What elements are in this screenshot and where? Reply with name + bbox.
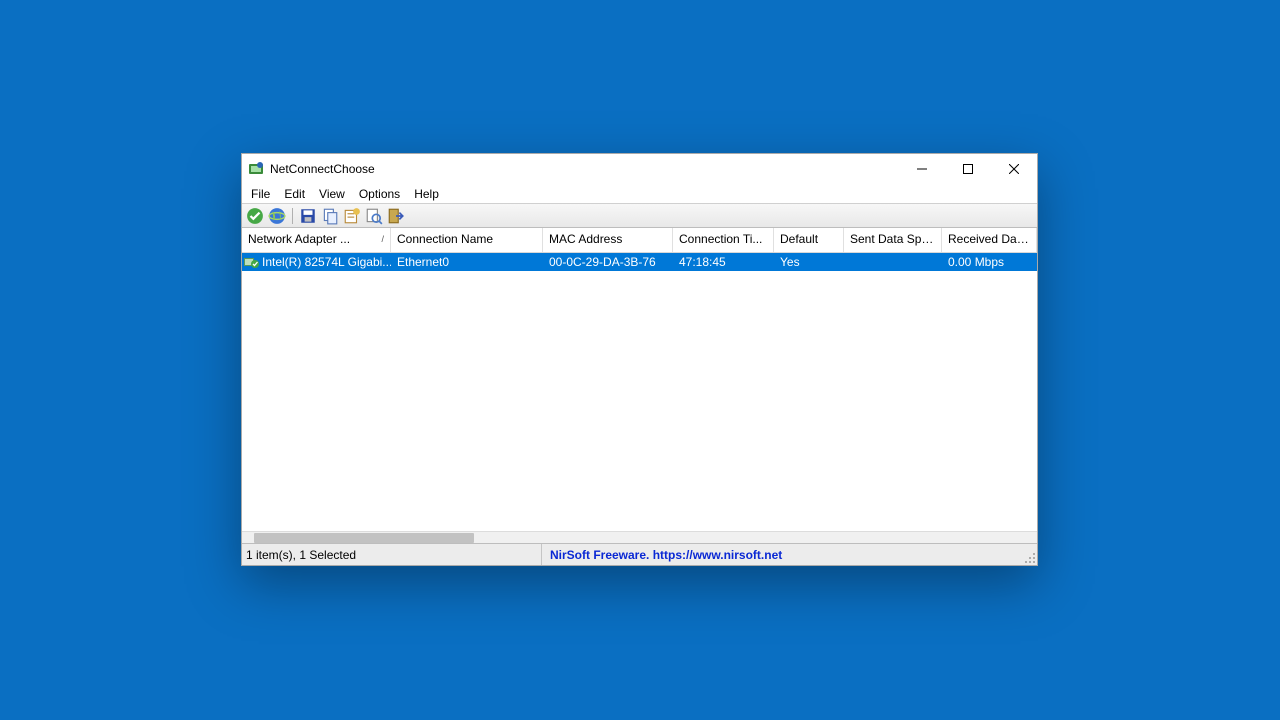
resize-grip-icon[interactable]	[1024, 552, 1036, 564]
minimize-button[interactable]	[899, 154, 945, 184]
cell-connection: Ethernet0	[391, 255, 543, 269]
menu-view[interactable]: View	[312, 185, 352, 203]
sort-indicator-icon: /	[381, 234, 384, 244]
titlebar[interactable]: NetConnectChoose	[242, 154, 1037, 184]
col-conntime[interactable]: Connection Ti...	[673, 228, 774, 252]
network-adapter-icon	[244, 255, 260, 269]
window-title: NetConnectChoose	[270, 162, 375, 176]
copy-icon[interactable]	[321, 207, 339, 225]
find-icon[interactable]	[365, 207, 383, 225]
cell-received: 0.00 Mbps	[942, 255, 1037, 269]
list-body[interactable]: Intel(R) 82574L Gigabi... Ethernet0 00-0…	[242, 253, 1037, 531]
col-mac[interactable]: MAC Address	[543, 228, 673, 252]
col-default[interactable]: Default	[774, 228, 844, 252]
properties-icon[interactable]	[343, 207, 361, 225]
cell-conntime: 47:18:45	[673, 255, 774, 269]
menu-edit[interactable]: Edit	[277, 185, 312, 203]
exit-icon[interactable]	[387, 207, 405, 225]
scrollbar-thumb[interactable]	[254, 533, 474, 543]
col-adapter-label: Network Adapter ...	[248, 232, 350, 246]
menubar: File Edit View Options Help	[242, 184, 1037, 204]
save-icon[interactable]	[299, 207, 317, 225]
toolbar-separator	[292, 208, 293, 224]
globe-icon[interactable]	[268, 207, 286, 225]
menu-options[interactable]: Options	[352, 185, 407, 203]
col-received[interactable]: Received Data ...	[942, 228, 1037, 252]
col-adapter[interactable]: Network Adapter ... /	[242, 228, 391, 252]
app-window: NetConnectChoose File Edit View Options …	[241, 153, 1038, 566]
status-right[interactable]: NirSoft Freeware. https://www.nirsoft.ne…	[542, 544, 1037, 565]
col-sent[interactable]: Sent Data Speed	[844, 228, 942, 252]
menu-help[interactable]: Help	[407, 185, 446, 203]
cell-mac: 00-0C-29-DA-3B-76	[543, 255, 673, 269]
status-left: 1 item(s), 1 Selected	[242, 544, 542, 565]
statusbar: 1 item(s), 1 Selected NirSoft Freeware. …	[242, 543, 1037, 565]
cell-adapter: Intel(R) 82574L Gigabi...	[262, 255, 391, 269]
app-icon	[248, 161, 264, 177]
check-icon[interactable]	[246, 207, 264, 225]
col-connection[interactable]: Connection Name	[391, 228, 543, 252]
menu-file[interactable]: File	[244, 185, 277, 203]
close-button[interactable]	[991, 154, 1037, 184]
maximize-button[interactable]	[945, 154, 991, 184]
horizontal-scrollbar[interactable]	[242, 531, 1037, 543]
list-header: Network Adapter ... / Connection Name MA…	[242, 228, 1037, 253]
toolbar	[242, 204, 1037, 228]
cell-default: Yes	[774, 255, 844, 269]
table-row[interactable]: Intel(R) 82574L Gigabi... Ethernet0 00-0…	[242, 253, 1037, 271]
